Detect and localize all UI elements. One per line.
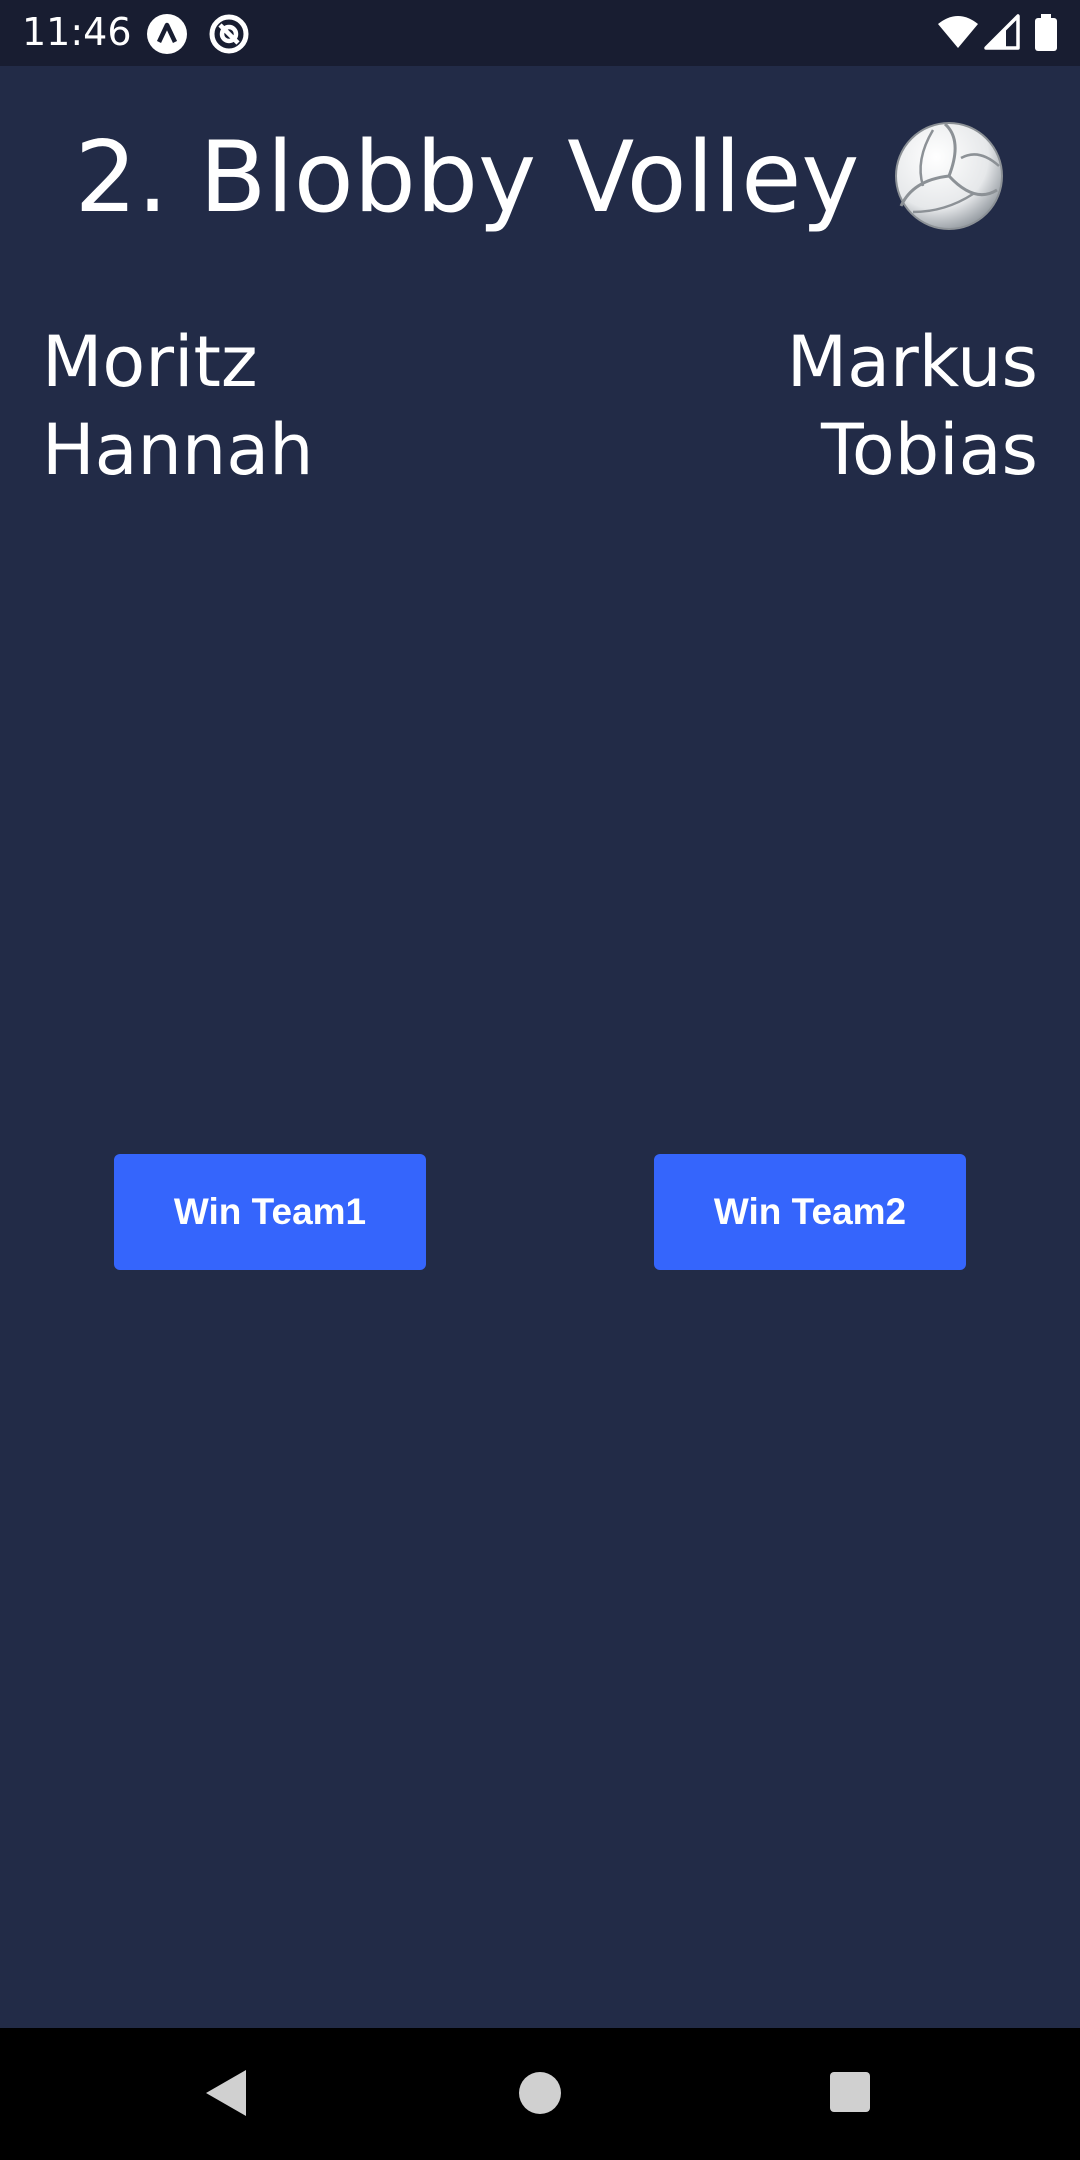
home-icon[interactable] [518, 2068, 562, 2123]
team2-player-1: Markus [786, 321, 1038, 403]
team2-player-2: Tobias [821, 409, 1038, 491]
battery-icon [1034, 14, 1058, 57]
win-team1-button[interactable]: Win Team1 [114, 1154, 426, 1270]
page-title: 2. Blobby Volley [0, 118, 1080, 238]
navigation-bar [0, 2028, 1080, 2160]
app-badge-icon [146, 13, 188, 60]
wifi-icon [936, 14, 980, 55]
at-sign-icon [208, 13, 250, 60]
volleyball-icon [893, 120, 1005, 237]
recents-icon[interactable] [828, 2068, 872, 2123]
signal-icon [984, 14, 1020, 55]
team2-players: Markus Tobias [558, 318, 1038, 494]
team1-player-2: Hannah [42, 409, 314, 491]
back-icon[interactable] [204, 2068, 248, 2123]
status-time: 11:46 [22, 10, 132, 54]
win-team2-button[interactable]: Win Team2 [654, 1154, 966, 1270]
page-title-text: 2. Blobby Volley [74, 121, 860, 235]
status-bar: 11:46 [0, 0, 1080, 66]
team1-player-1: Moritz [42, 321, 258, 403]
team1-players: Moritz Hannah [42, 318, 522, 494]
